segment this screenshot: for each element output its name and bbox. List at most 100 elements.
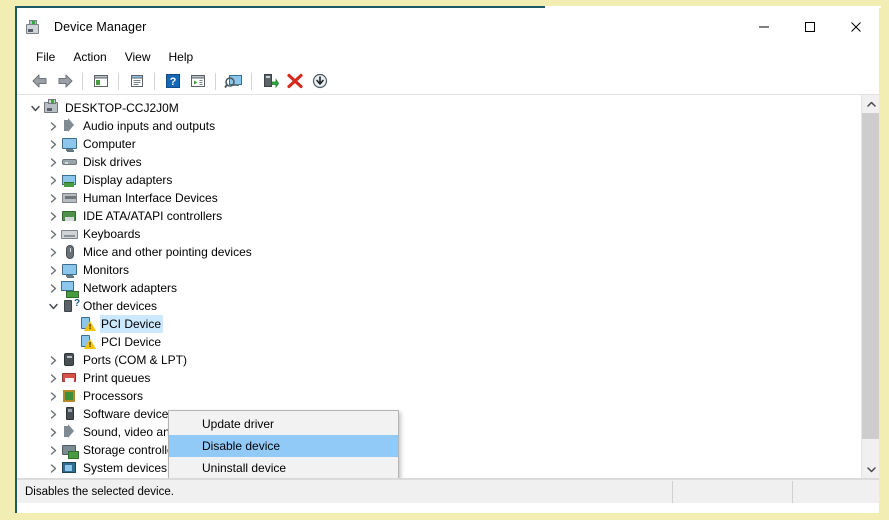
mouse-icon	[61, 244, 78, 260]
menu-file[interactable]: File	[27, 47, 64, 67]
tree-row[interactable]: Mice and other pointing devices	[17, 243, 861, 261]
chevron-right-icon[interactable]	[45, 171, 61, 189]
device-tree[interactable]: DESKTOP-CCJ2J0M Audio inputs and outputs…	[17, 95, 861, 478]
tree-row[interactable]: System devices	[17, 459, 861, 477]
menu-help[interactable]: Help	[160, 47, 203, 67]
tree-row[interactable]: Processors	[17, 387, 861, 405]
tree-row[interactable]: Sound, video and game controllers	[17, 423, 861, 441]
show-hide-console-tree-icon[interactable]	[88, 69, 113, 93]
network-adapter-icon	[61, 280, 79, 298]
tree-children: Audio inputs and outputs Computer Disk dri…	[17, 117, 861, 478]
menu-action[interactable]: Action	[64, 47, 115, 67]
scrollbar-thumb[interactable]	[862, 113, 879, 439]
tree-row[interactable]: Monitors	[17, 261, 861, 279]
status-bar: Disables the selected device.	[17, 479, 879, 503]
chevron-down-icon[interactable]	[27, 99, 43, 117]
scan-for-hardware-changes-icon[interactable]	[221, 69, 246, 93]
monitor-icon	[61, 136, 78, 152]
speaker-icon	[61, 424, 78, 440]
tree-row-label: Other devices	[83, 299, 158, 313]
tree-row[interactable]: Storage controllers	[17, 441, 861, 459]
tree-row-label: Disk drives	[83, 155, 142, 169]
context-menu-item[interactable]: Update driver	[169, 413, 398, 435]
chevron-down-icon[interactable]	[45, 297, 61, 315]
tree-row-label: IDE ATA/ATAPI controllers	[83, 209, 223, 223]
storage-controller-icon	[61, 442, 79, 459]
tree-row-label: Human Interface Devices	[83, 191, 218, 205]
monitor-icon	[61, 262, 78, 278]
minimize-button[interactable]	[741, 8, 787, 46]
show-hide-action-pane-icon[interactable]	[185, 69, 210, 93]
update-driver-icon[interactable]	[257, 69, 282, 93]
tree-row-label: PCI Device	[101, 335, 162, 349]
back-icon[interactable]	[27, 69, 52, 93]
chevron-right-icon[interactable]	[45, 369, 61, 387]
software-device-icon	[61, 406, 78, 422]
disable-device-icon[interactable]	[307, 69, 332, 93]
chevron-right-icon[interactable]	[45, 243, 61, 261]
toolbar-separator	[251, 72, 252, 90]
chevron-right-icon[interactable]	[45, 477, 61, 478]
chevron-right-icon[interactable]	[45, 387, 61, 405]
chevron-right-icon[interactable]	[45, 405, 61, 423]
ide-controller-icon	[61, 208, 78, 224]
tree-row[interactable]: Universal Serial Bus controllers	[17, 477, 861, 478]
chevron-right-icon[interactable]	[45, 225, 61, 243]
title-bar: Device Manager	[17, 8, 879, 46]
tree-row[interactable]: Audio inputs and outputs	[17, 117, 861, 135]
chevron-right-icon[interactable]	[45, 189, 61, 207]
tree-row[interactable]: Human Interface Devices	[17, 189, 861, 207]
tree-row[interactable]: Ports (COM & LPT)	[17, 351, 861, 369]
chevron-right-icon[interactable]	[45, 351, 61, 369]
scrollbar-track[interactable]	[862, 113, 879, 460]
close-button[interactable]	[833, 8, 879, 46]
tree-row[interactable]: Print queues	[17, 369, 861, 387]
printer-icon	[61, 370, 78, 386]
keyboard-icon	[61, 226, 78, 242]
uninstall-device-icon[interactable]	[282, 69, 307, 93]
speaker-icon	[61, 118, 78, 134]
tree-row[interactable]: Display adapters	[17, 171, 861, 189]
device-tree-panel: DESKTOP-CCJ2J0M Audio inputs and outputs…	[17, 95, 879, 479]
scroll-down-button[interactable]	[862, 460, 879, 478]
help-icon[interactable]: ?	[160, 69, 185, 93]
tree-row-label: Software devices	[83, 407, 175, 421]
forward-icon[interactable]	[52, 69, 77, 93]
toolbar-separator	[118, 72, 119, 90]
computer-root-icon	[43, 99, 60, 116]
vertical-scrollbar[interactable]	[861, 95, 879, 478]
hid-icon	[61, 190, 78, 206]
tree-row-label: DESKTOP-CCJ2J0M	[65, 101, 179, 115]
tree-row-root[interactable]: DESKTOP-CCJ2J0M	[17, 99, 861, 117]
chevron-right-icon[interactable]	[45, 207, 61, 225]
other-devices-icon	[61, 298, 82, 314]
pci-device-warning-icon	[79, 334, 96, 350]
chevron-right-icon[interactable]	[45, 279, 61, 297]
tree-row[interactable]: Keyboards	[17, 225, 861, 243]
tree-row[interactable]: Other devices	[17, 297, 861, 315]
tree-row[interactable]: Computer	[17, 135, 861, 153]
chevron-right-icon[interactable]	[45, 459, 61, 477]
chevron-right-icon[interactable]	[45, 117, 61, 135]
chevron-right-icon[interactable]	[45, 423, 61, 441]
context-menu-item[interactable]: Uninstall device	[169, 457, 398, 478]
tree-row[interactable]: PCI Device	[17, 333, 861, 351]
tree-row[interactable]: Disk drives	[17, 153, 861, 171]
context-menu[interactable]: Update driver Disable device Uninstall dev…	[168, 410, 399, 478]
maximize-button[interactable]	[787, 8, 833, 46]
menu-view[interactable]: View	[116, 47, 160, 67]
tree-indent-spacer	[63, 333, 79, 351]
scroll-up-button[interactable]	[862, 95, 879, 113]
context-menu-item[interactable]: Disable device	[169, 435, 398, 457]
tree-row[interactable]: IDE ATA/ATAPI controllers	[17, 207, 861, 225]
tree-row-label: Monitors	[83, 263, 130, 277]
tree-row[interactable]: Network adapters	[17, 279, 861, 298]
chevron-right-icon[interactable]	[45, 135, 61, 153]
tree-row-label: Network adapters	[83, 281, 178, 295]
tree-row[interactable]: Software devices	[17, 405, 861, 423]
properties-icon[interactable]	[124, 69, 149, 93]
chevron-right-icon[interactable]	[45, 441, 61, 459]
chevron-right-icon[interactable]	[45, 153, 61, 171]
chevron-right-icon[interactable]	[45, 261, 61, 279]
tree-row[interactable]: PCI Device	[17, 315, 861, 333]
